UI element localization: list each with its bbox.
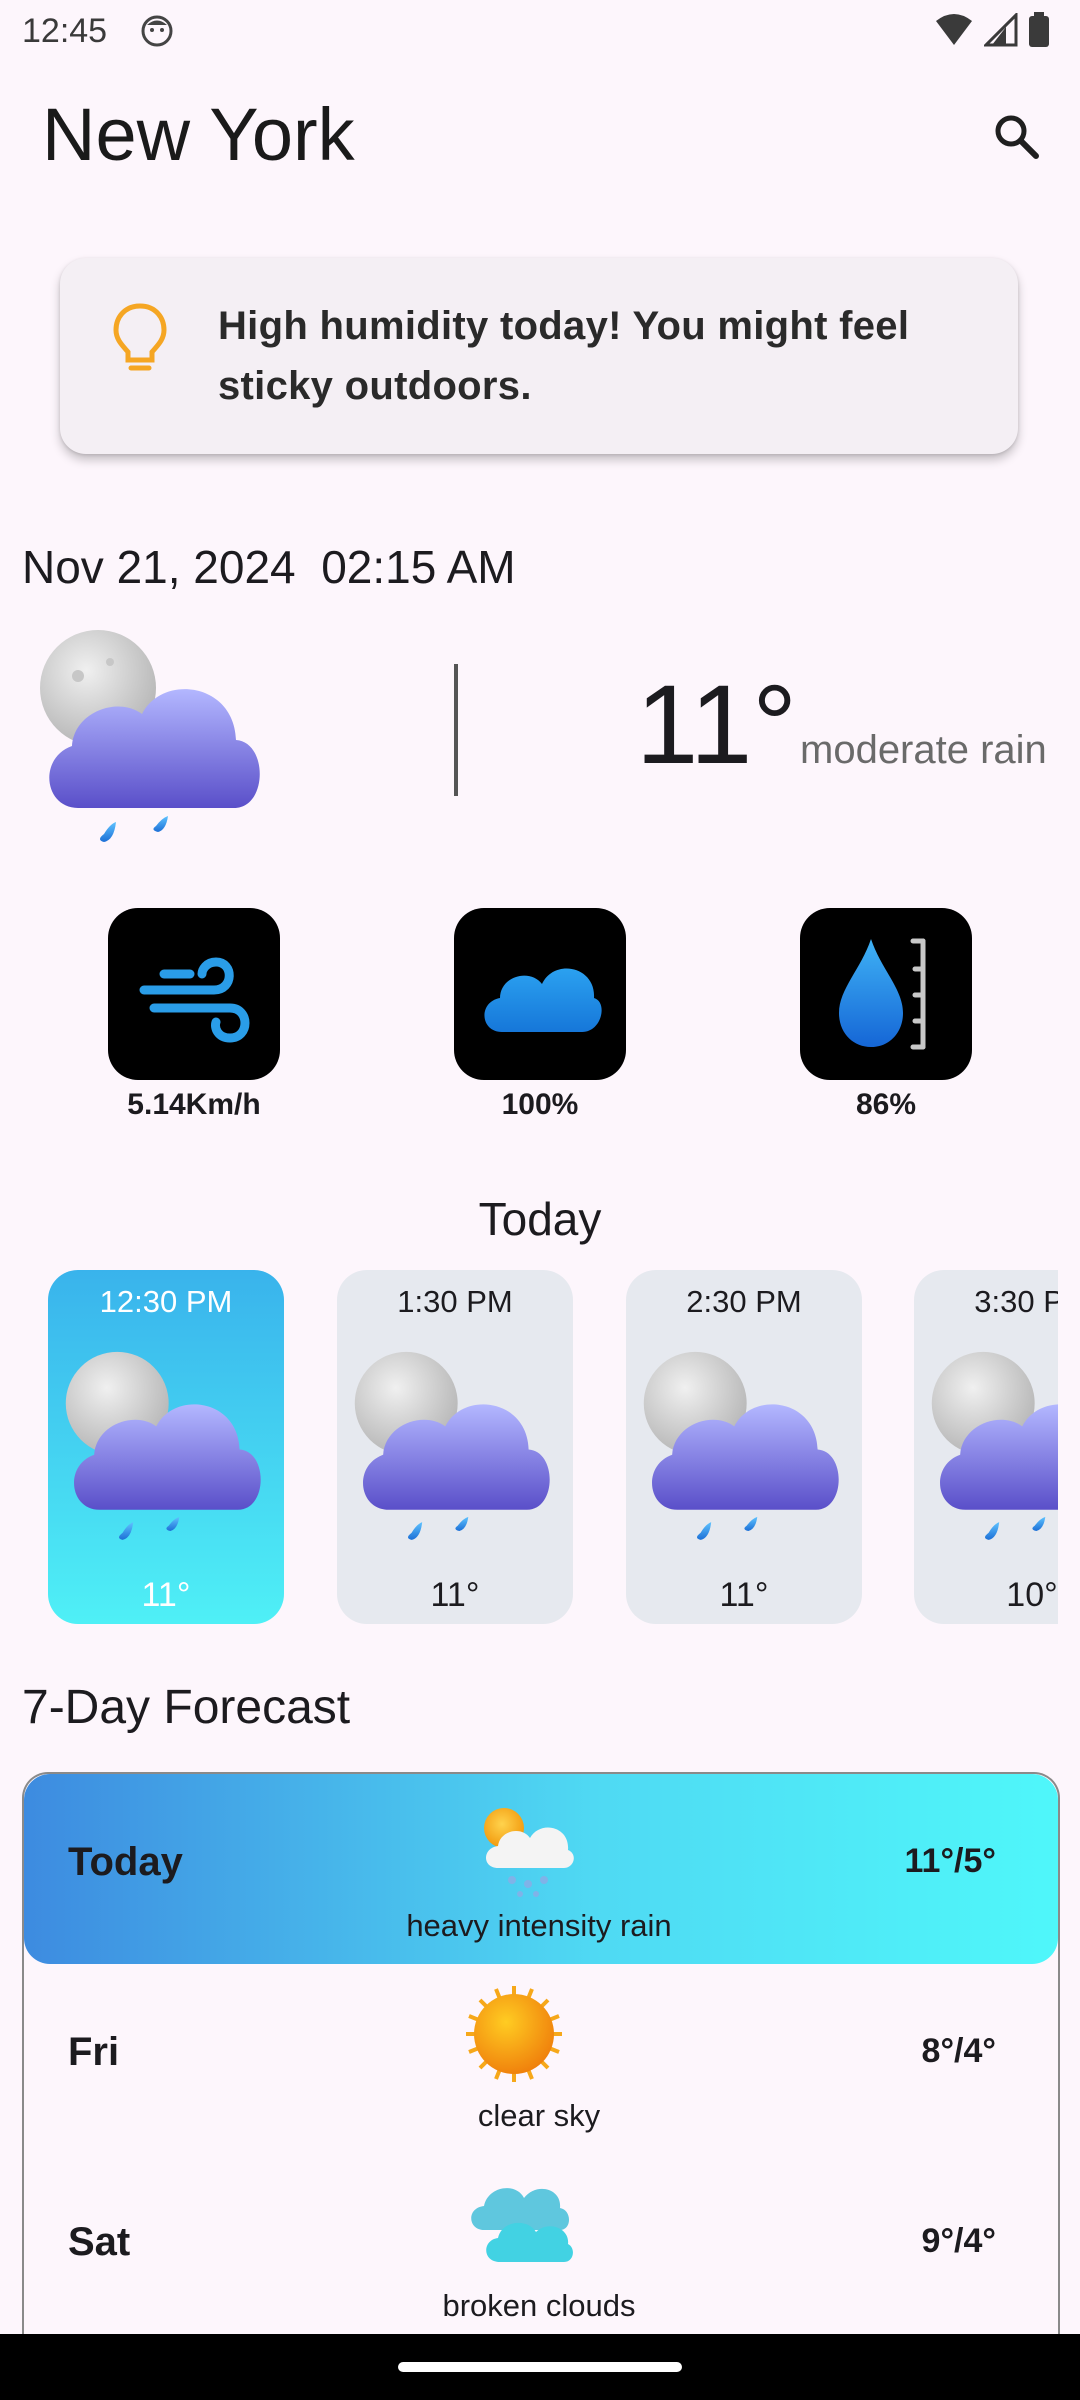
weather-screen: 12:45 New York High humidity today! You … [0, 0, 1080, 2400]
hour-time: 3:30 PM [974, 1284, 1058, 1319]
notification-face-icon [141, 15, 173, 47]
forecast-row-fri[interactable]: Fri clear sky 8°/4° [24, 1964, 1058, 2154]
hour-card[interactable]: 2:30 PM 11° [626, 1270, 862, 1624]
hour-temp: 11° [719, 1576, 769, 1614]
hour-time: 2:30 PM [686, 1284, 802, 1319]
broken-clouds-icon [471, 2188, 573, 2262]
status-bar: 12:45 [0, 0, 1080, 64]
home-gesture-handle[interactable] [398, 2362, 682, 2372]
tip-text: High humidity today! You might feel stic… [218, 304, 910, 408]
humidity-value: 86% [855, 1088, 917, 1121]
hour-card[interactable]: 1:30 PM 11° [337, 1270, 573, 1624]
day-description: broken clouds [442, 2288, 636, 2323]
day-temps: 8°/4° [921, 2032, 996, 2070]
current-time: 02:15 AM [321, 541, 516, 593]
day-description: heavy intensity rain [406, 1908, 672, 1943]
forecast-row-today[interactable]: Today heavy intensity rain 11°/5° [24, 1774, 1058, 1964]
lightbulb-icon [113, 303, 167, 371]
wind-value: 5.14Km/h [127, 1088, 261, 1121]
search-button[interactable] [984, 104, 1048, 168]
night-rain-cloud-icon [931, 1351, 1058, 1540]
day-label: Sat [68, 2220, 131, 2264]
humidity-metric: 86% [800, 908, 972, 1122]
humidity-tip-card: High humidity today! You might feel stic… [60, 258, 1018, 454]
humidity-drop-icon [839, 938, 926, 1050]
cloud-tile [454, 908, 626, 1080]
night-rain-cloud-icon [643, 1351, 839, 1540]
current-temperature: 11° [636, 662, 798, 787]
humidity-tile [800, 908, 972, 1080]
system-nav-bar [0, 2334, 1080, 2400]
wind-metric: 5.14Km/h [108, 908, 280, 1122]
current-date-time: Nov 21, 2024 02:15 AM [22, 540, 516, 594]
hour-temp: 10° [1006, 1576, 1058, 1614]
day-temps: 11°/5° [904, 1842, 997, 1880]
night-rain-cloud-icon [354, 1351, 550, 1540]
cloud-value: 100% [501, 1088, 579, 1121]
current-description: moderate rain [800, 728, 1047, 772]
hour-temp: 11° [141, 1576, 191, 1614]
current-divider [454, 664, 458, 796]
forecast-title: 7-Day Forecast [22, 1681, 351, 1734]
current-date: Nov 21, 2024 [22, 541, 296, 593]
search-icon [995, 115, 1039, 159]
hour-time: 1:30 PM [397, 1284, 513, 1319]
status-icons [934, 12, 1050, 48]
forecast-list[interactable]: Today heavy intensity rain 11°/5° Fri cl… [22, 1772, 1060, 2400]
hour-card[interactable]: 3:30 PM 10° [914, 1270, 1058, 1624]
day-label: Today [68, 1840, 183, 1884]
wind-icon [139, 957, 250, 1043]
day-label: Fri [68, 2030, 120, 2074]
sun-icon [466, 1986, 562, 2082]
battery-icon [1029, 12, 1049, 47]
today-section-title: Today [478, 1193, 602, 1245]
hourly-forecast-strip[interactable]: 12:30 PM 11° 1:30 PM 11° 2:30 PM 11° 3:3… [0, 1268, 1058, 1628]
day-description: clear sky [477, 2098, 601, 2133]
wifi-icon [936, 14, 972, 45]
signal-icon [984, 13, 1018, 47]
cloud-icon [484, 968, 602, 1032]
day-temps: 9°/4° [921, 2222, 996, 2260]
hour-card[interactable]: 12:30 PM 11° [48, 1270, 284, 1624]
forecast-row-sat[interactable]: Sat broken clouds 9°/4° [24, 2154, 1058, 2344]
status-time: 12:45 [22, 12, 108, 50]
night-rain-cloud-icon [40, 630, 260, 842]
cloud-metric: 100% [454, 908, 626, 1122]
sun-rain-cloud-icon [484, 1808, 574, 1897]
night-rain-cloud-icon [65, 1351, 261, 1540]
city-title: New York [42, 93, 355, 176]
hour-temp: 11° [430, 1576, 480, 1614]
hour-time: 12:30 PM [99, 1284, 233, 1319]
wind-tile [108, 908, 280, 1080]
